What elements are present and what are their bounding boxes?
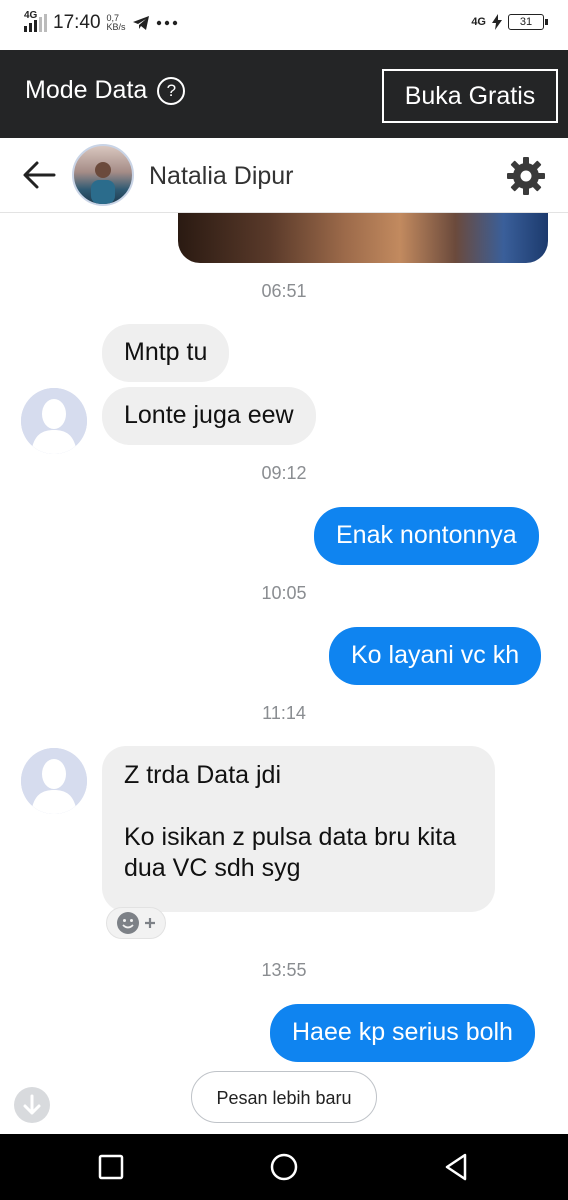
system-nav-bar: [0, 1134, 568, 1200]
smiley-icon: [117, 912, 139, 934]
message-list[interactable]: 06:51 Mntp tu Lonte juga eew 09:12 Enak …: [0, 213, 568, 1133]
message-line: dua VC sdh syg: [124, 854, 301, 882]
network-speed: 0,7 KB/s: [107, 14, 126, 32]
open-free-button[interactable]: Buka Gratis: [382, 69, 558, 123]
sender-avatar[interactable]: [21, 748, 87, 814]
default-avatar-icon: [21, 388, 87, 454]
clock: 17:40: [53, 12, 101, 33]
sender-avatar[interactable]: [21, 388, 87, 454]
add-reaction-button[interactable]: [106, 907, 166, 939]
arrow-down-icon: [23, 1094, 41, 1115]
timestamp: 13:55: [261, 960, 307, 980]
shared-photo[interactable]: [178, 213, 548, 263]
data-mode-bar: Mode Data ? Buka Gratis: [0, 50, 568, 138]
recent-apps-icon[interactable]: [95, 1151, 127, 1183]
help-icon[interactable]: ?: [157, 76, 186, 105]
timestamp: 06:51: [261, 281, 307, 301]
timestamp: 11:14: [262, 703, 306, 723]
data-mode-text: Mode Data: [25, 76, 148, 104]
network-type-right: 4G: [471, 16, 486, 28]
battery-icon: 31: [508, 14, 548, 30]
outgoing-message[interactable]: Haee kp serius bolh: [270, 1004, 535, 1062]
outgoing-message[interactable]: Ko layani vc kh: [329, 627, 542, 685]
message-line: Ko isikan z pulsa data bru kita: [124, 823, 457, 851]
incoming-message[interactable]: Mntp tu: [102, 324, 230, 382]
contact-name[interactable]: Natalia Dipur: [149, 162, 294, 191]
scroll-down-button[interactable]: [14, 1087, 50, 1123]
outgoing-message[interactable]: Enak nontonnya: [314, 507, 539, 565]
newer-messages-button[interactable]: Pesan lebih baru: [191, 1071, 377, 1123]
more-dots-icon: [156, 20, 177, 26]
data-mode-label: Mode Data ?: [25, 76, 186, 105]
gear-icon[interactable]: [506, 156, 546, 196]
incoming-message[interactable]: Z trda Data jdi Ko isikan z pulsa data b…: [102, 746, 495, 912]
back-icon[interactable]: [441, 1151, 473, 1183]
message-line: Z trda Data jdi: [124, 761, 282, 789]
speed-unit: KB/s: [106, 22, 126, 32]
status-bar: 4G 17:40 0,7 KB/s 4G 31: [0, 0, 568, 50]
contact-photo: [91, 162, 115, 204]
home-icon[interactable]: [268, 1151, 300, 1183]
network-type: 4G: [24, 10, 38, 21]
timestamp: 10:05: [261, 583, 307, 603]
charging-icon: [492, 14, 502, 30]
plus-icon: [145, 918, 155, 928]
default-avatar-icon: [21, 748, 87, 814]
contact-avatar[interactable]: [72, 144, 134, 206]
telegram-icon: [132, 16, 149, 30]
timestamp: 09:12: [261, 463, 307, 483]
chat-header: Natalia Dipur: [0, 138, 568, 213]
signal-icon: 4G: [24, 10, 47, 32]
incoming-message[interactable]: Lonte juga eew: [102, 387, 316, 445]
back-arrow-icon[interactable]: [22, 160, 56, 190]
